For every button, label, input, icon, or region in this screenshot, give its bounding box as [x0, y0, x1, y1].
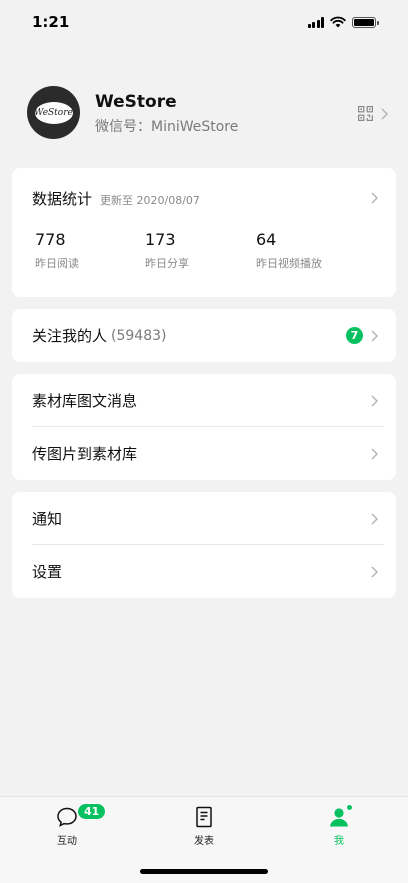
- qr-code-icon: [358, 106, 373, 121]
- settings-card: 通知 设置: [12, 492, 396, 598]
- tab-dot-indicator: [346, 804, 353, 811]
- tab-interaction[interactable]: 41 互动: [37, 803, 107, 847]
- materials-article-label: 素材库图文消息: [32, 392, 138, 410]
- status-icons: [307, 16, 379, 28]
- followers-label: 关注我的人: [32, 327, 108, 345]
- stat-value: 64: [256, 230, 277, 249]
- stat-label: 昨日视频播放: [256, 257, 322, 270]
- avatar[interactable]: WeStore: [27, 86, 80, 139]
- followers-badge: 7: [346, 327, 363, 344]
- chevron-right-icon: [371, 395, 378, 406]
- followers-card[interactable]: 关注我的人 (59483) 7: [12, 309, 396, 362]
- battery-icon: [352, 16, 379, 28]
- avatar-logo-text: WeStore: [34, 101, 73, 124]
- stat-item: 64 昨日视频播放: [256, 230, 322, 271]
- settings-row[interactable]: 设置: [12, 545, 396, 598]
- profile-wechat-id: 微信号：MiniWeStore: [95, 119, 239, 135]
- chevron-right-icon: [371, 448, 378, 459]
- stats-header: 数据统计 更新至 2020/08/07: [32, 188, 200, 209]
- stats-card[interactable]: 数据统计 更新至 2020/08/07 778 昨日阅读 173 昨日分享 64…: [12, 168, 396, 297]
- profile-header[interactable]: WeStore WeStore 微信号：MiniWeStore: [27, 86, 388, 142]
- followers-row[interactable]: 关注我的人 (59483) 7: [12, 309, 396, 362]
- chevron-right-icon: [371, 330, 378, 341]
- tab-badge: 41: [77, 803, 107, 820]
- followers-count: (59483): [111, 327, 167, 344]
- stat-label: 昨日分享: [145, 257, 189, 270]
- stat-label: 昨日阅读: [35, 257, 79, 270]
- chevron-right-icon: [371, 192, 378, 204]
- wifi-icon: [330, 16, 346, 28]
- stat-value: 173: [145, 230, 176, 249]
- status-time: 1:21: [32, 13, 70, 31]
- stats-title: 数据统计: [32, 190, 93, 208]
- stat-value: 778: [35, 230, 66, 249]
- tab-label: 我: [334, 836, 344, 847]
- stat-item: 173 昨日分享: [145, 230, 189, 271]
- cellular-signal-icon: [307, 16, 324, 28]
- profile-name: WeStore: [95, 92, 177, 112]
- materials-card: 素材库图文消息 传图片到素材库: [12, 374, 396, 480]
- chat-bubble-icon: [57, 807, 77, 827]
- home-indicator: [140, 869, 268, 874]
- tab-publish[interactable]: 发表: [174, 805, 234, 847]
- document-icon: [196, 806, 212, 828]
- tab-me[interactable]: 我: [309, 804, 369, 847]
- tab-label: 发表: [194, 836, 214, 847]
- chevron-right-icon: [381, 108, 388, 119]
- chevron-right-icon: [371, 513, 378, 524]
- notifications-row[interactable]: 通知: [12, 492, 396, 545]
- notifications-label: 通知: [32, 510, 63, 528]
- stats-updated: 更新至 2020/08/07: [100, 194, 200, 207]
- materials-upload-label: 传图片到素材库: [32, 445, 138, 463]
- stat-item: 778 昨日阅读: [35, 230, 79, 271]
- profile-qr-link[interactable]: [358, 106, 388, 121]
- materials-upload-row[interactable]: 传图片到素材库: [12, 427, 396, 480]
- settings-label: 设置: [32, 563, 63, 581]
- chevron-right-icon: [371, 566, 378, 577]
- tab-label: 互动: [57, 836, 77, 847]
- materials-article-row[interactable]: 素材库图文消息: [12, 374, 396, 427]
- status-bar: 1:21: [0, 0, 408, 44]
